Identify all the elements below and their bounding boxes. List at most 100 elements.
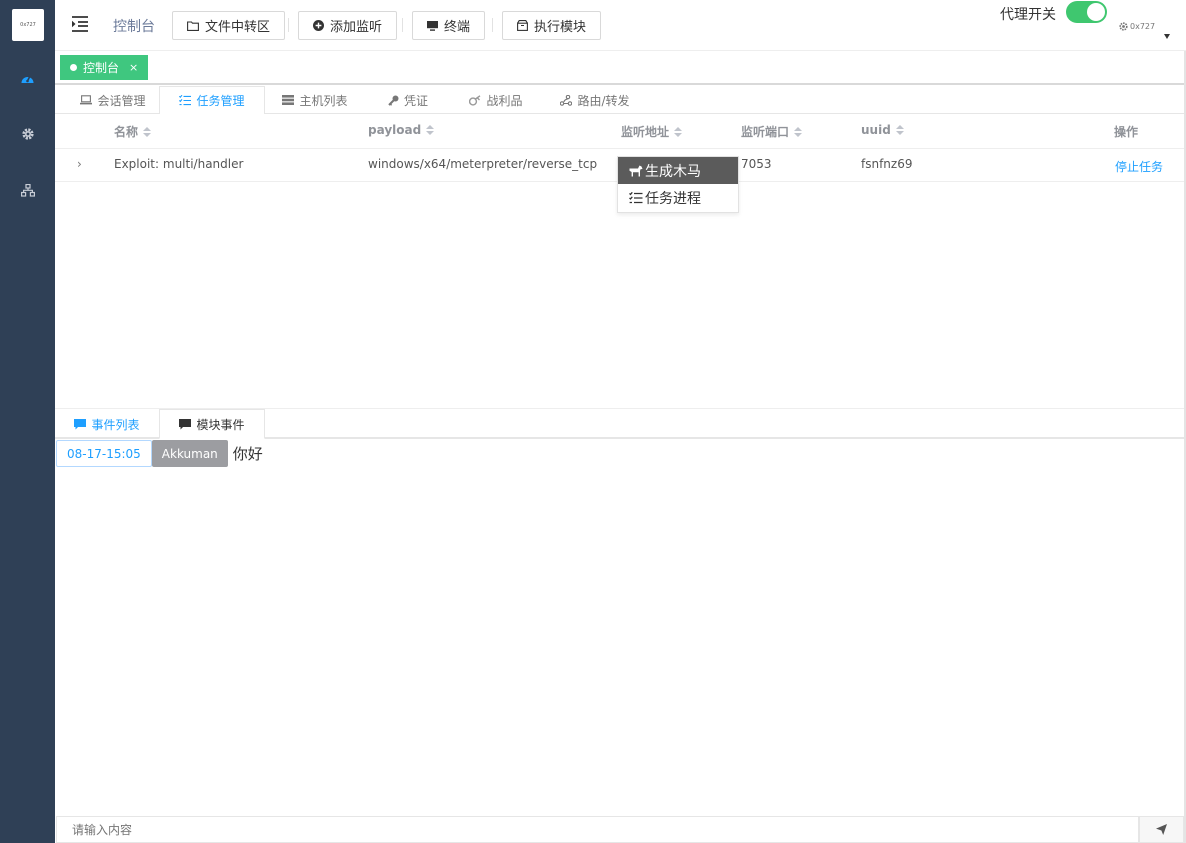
column-header-actions: 操作 [1114, 123, 1138, 140]
sort-icon[interactable] [794, 126, 803, 137]
event-message: 你好 [232, 445, 263, 463]
task-list-icon [179, 95, 192, 106]
sidebar-item-dashboard[interactable] [0, 68, 55, 88]
user-dropdown-caret-icon[interactable] [1164, 34, 1170, 39]
tab-label: 模块事件 [196, 417, 245, 432]
execute-module-button[interactable]: 执行模块 [502, 11, 602, 40]
user-menu[interactable]: 0x727 [1119, 22, 1155, 31]
column-header-listen-port[interactable]: 监听端口 [741, 123, 803, 140]
header-label: uuid [861, 123, 891, 137]
column-header-uuid[interactable]: uuid [861, 123, 904, 137]
server-list-icon [282, 95, 295, 105]
sort-icon[interactable] [143, 126, 152, 137]
tab-routing[interactable]: 路由/转发 [541, 86, 649, 114]
column-header-listen-address[interactable]: 监听地址 [621, 123, 683, 140]
tab-loot[interactable]: 战利品 [451, 86, 541, 114]
page-tab-console[interactable]: 控制台 × [60, 55, 149, 80]
add-listener-label: 添加监听 [330, 20, 383, 35]
header-divider [288, 18, 289, 32]
send-icon [1156, 824, 1167, 835]
tab-label: 主机列表 [299, 93, 348, 108]
sort-icon[interactable] [674, 126, 683, 137]
comment-icon [179, 418, 192, 429]
message-input[interactable] [56, 816, 1139, 843]
header-divider [492, 18, 493, 32]
sort-icon[interactable] [895, 125, 904, 135]
user-name: 0x727 [1130, 22, 1156, 31]
tab-label: 事件列表 [91, 417, 140, 432]
tab-event-list[interactable]: 事件列表 [55, 409, 159, 439]
cell-uuid: fsnfnz69 [861, 157, 913, 171]
comment-icon [74, 418, 87, 429]
route-icon [560, 94, 573, 106]
dashboard-icon [21, 75, 34, 83]
tab-hosts[interactable]: 主机列表 [265, 86, 365, 114]
plus-circle-icon [313, 20, 324, 31]
event-tabs: 事件列表 模块事件 [55, 408, 1186, 439]
gear-icon [21, 128, 34, 140]
column-header-payload[interactable]: payload [368, 123, 435, 137]
header-label: 操作 [1114, 125, 1139, 139]
network-icon [20, 183, 35, 197]
tab-credentials[interactable]: 凭证 [365, 86, 451, 114]
sidebar: 0x727 [0, 0, 55, 843]
horse-icon [629, 165, 643, 176]
package-icon [517, 20, 528, 31]
tab-sessions[interactable]: 会话管理 [66, 86, 160, 114]
close-tab-icon[interactable]: × [129, 61, 138, 74]
header-label: 监听端口 [741, 125, 790, 139]
menu-indent-icon[interactable] [71, 15, 89, 33]
context-menu: 生成木马 任务进程 [617, 156, 739, 213]
app-logo[interactable]: 0x727 [12, 9, 44, 41]
event-entry: 08-17-15:05 Akkuman 你好 [56, 440, 263, 467]
execute-module-label: 执行模块 [534, 20, 587, 35]
sidebar-item-settings[interactable] [0, 124, 55, 144]
menu-item-generate-payload[interactable]: 生成木马 [618, 157, 738, 184]
stop-task-link[interactable]: 停止任务 [1115, 158, 1163, 175]
event-time: 08-17-15:05 [56, 440, 152, 467]
task-table-header: 名称 payload 监听地址 监听端口 uuid 操作 [55, 114, 1186, 149]
menu-item-label: 生成木马 [645, 163, 701, 180]
sort-icon[interactable] [426, 125, 435, 135]
tab-label: 任务管理 [196, 94, 245, 108]
add-listener-button[interactable]: 添加监听 [298, 11, 398, 40]
tab-label: 战利品 [486, 93, 523, 108]
tab-module-events[interactable]: 模块事件 [159, 409, 265, 439]
header-label: 监听地址 [621, 125, 670, 139]
cell-port: 7053 [741, 157, 772, 171]
event-user: Akkuman [151, 440, 228, 467]
proxy-switch-label: 代理开关 [1000, 7, 1056, 23]
page-tab-bar: 控制台 × [55, 51, 1186, 85]
tab-label: 凭证 [403, 93, 428, 108]
tab-label: 路由/转发 [577, 93, 630, 108]
terminal-button[interactable]: 终端 [412, 11, 486, 40]
file-transfer-button[interactable]: 文件中转区 [172, 11, 286, 40]
expand-row-icon[interactable]: › [77, 157, 82, 171]
monitor-icon [427, 20, 438, 31]
proxy-toggle[interactable] [1066, 1, 1107, 23]
task-list-icon [629, 191, 643, 203]
module-tabs: 会话管理 任务管理 主机列表 凭证 战利品 路由/转发 [55, 86, 1186, 115]
sidebar-item-network[interactable] [0, 180, 55, 200]
toggle-knob [1087, 3, 1105, 21]
top-header: 控制台 文件中转区 添加监听 终端 执行模块 代理开关 0x727 [55, 0, 1186, 51]
key-icon [388, 95, 399, 106]
cell-payload: windows/x64/meterpreter/reverse_tcp [368, 157, 598, 171]
header-label: 名称 [114, 125, 139, 139]
cell-name: Exploit: multi/handler [114, 157, 244, 171]
loot-icon [469, 94, 481, 106]
terminal-label: 终端 [444, 20, 471, 35]
send-button[interactable] [1139, 816, 1184, 843]
tab-label: 会话管理 [97, 93, 146, 108]
tab-tasks[interactable]: 任务管理 [159, 86, 265, 115]
folder-icon [187, 20, 199, 31]
menu-item-label: 任务进程 [645, 190, 701, 207]
header-label: payload [368, 123, 422, 137]
logo-text: 0x727 [20, 22, 36, 28]
column-header-name[interactable]: 名称 [114, 123, 152, 140]
menu-item-task-process[interactable]: 任务进程 [618, 184, 738, 211]
user-avatar-icon [1119, 22, 1128, 31]
header-divider [402, 18, 403, 32]
laptop-icon [80, 95, 93, 105]
file-transfer-label: 文件中转区 [205, 20, 271, 35]
